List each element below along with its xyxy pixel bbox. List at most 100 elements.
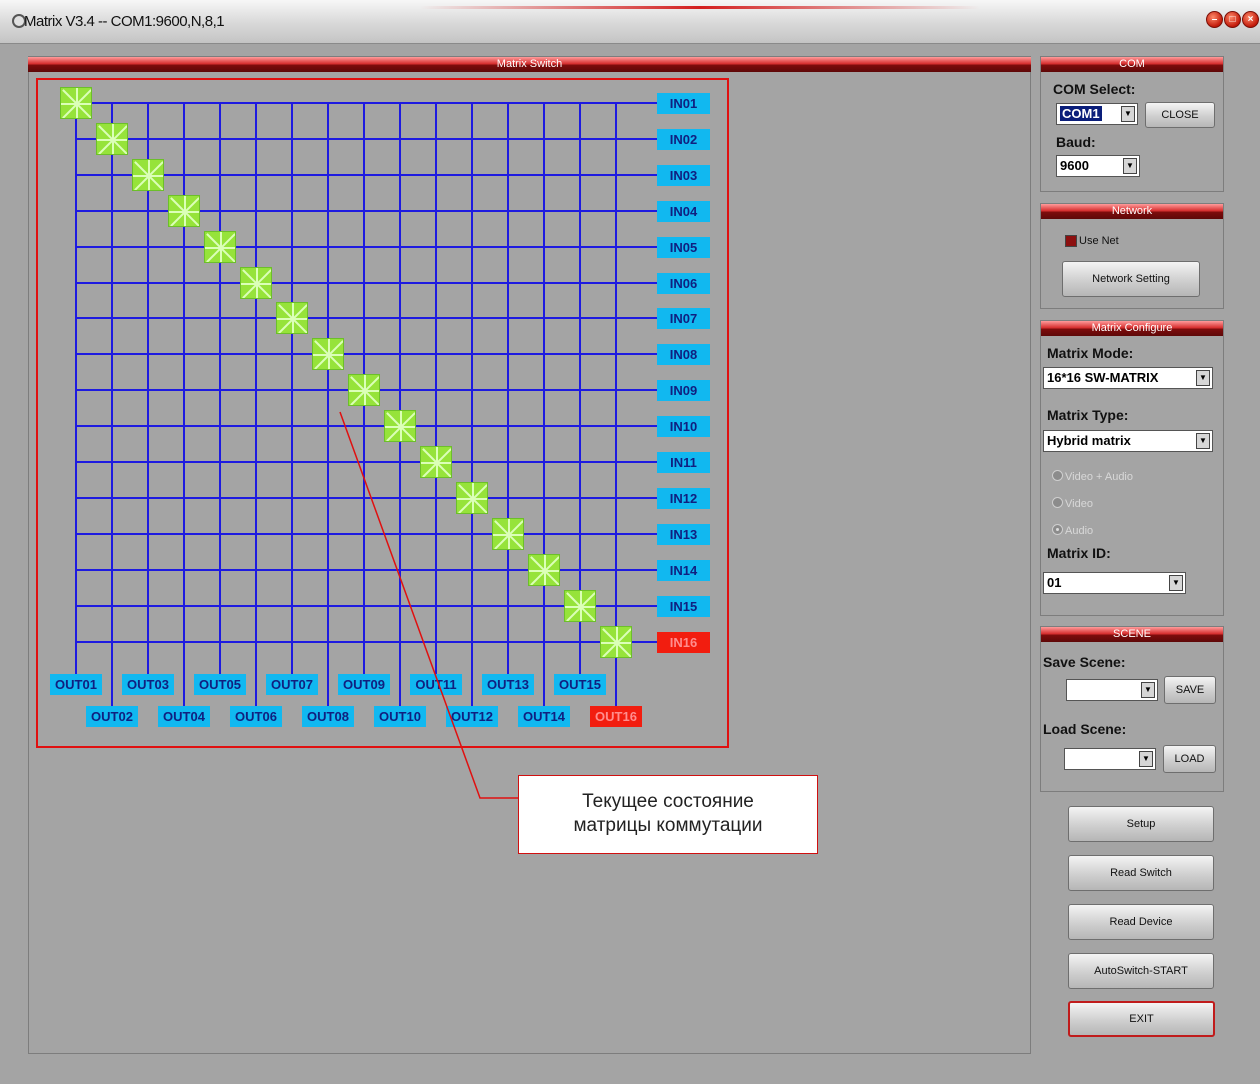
grid-column-line	[75, 103, 77, 675]
output-label-out09[interactable]: OUT09	[338, 674, 390, 695]
input-label-in08[interactable]: IN08	[657, 344, 710, 366]
matrix-mode-dropdown[interactable]: 16*16 SW-MATRIX ▼	[1043, 367, 1213, 389]
output-label-out02[interactable]: OUT02	[86, 706, 138, 727]
callout-line-1: Текущее состояние	[582, 791, 754, 812]
output-label-out13[interactable]: OUT13	[482, 674, 534, 695]
output-label-out06[interactable]: OUT06	[230, 706, 282, 727]
output-label-out01[interactable]: OUT01	[50, 674, 102, 695]
input-label-in07[interactable]: IN07	[657, 308, 710, 330]
load-scene-button[interactable]: LOAD	[1163, 745, 1216, 773]
input-label-in11[interactable]: IN11	[657, 452, 710, 473]
crosspoint-node-10[interactable]	[384, 410, 416, 443]
input-label-in13[interactable]: IN13	[657, 523, 710, 545]
output-label-out05[interactable]: OUT05	[194, 674, 246, 695]
matrix-type-dropdown[interactable]: Hybrid matrix ▼	[1043, 430, 1213, 452]
chevron-down-icon[interactable]: ▼	[1141, 682, 1155, 698]
input-label-in10[interactable]: IN10	[657, 416, 710, 438]
exit-button[interactable]: EXIT	[1068, 1001, 1215, 1037]
save-scene-button[interactable]: SAVE	[1164, 676, 1216, 704]
chevron-down-icon[interactable]: ▼	[1196, 370, 1210, 386]
grid-column-line	[399, 103, 401, 708]
input-label-in05[interactable]: IN05	[657, 236, 710, 258]
callout-box: Текущее состояние матрицы коммутации	[518, 775, 818, 854]
node-star-icon	[529, 569, 559, 572]
crosspoint-node-8[interactable]	[312, 338, 344, 371]
crosspoint-node-13[interactable]	[492, 517, 524, 550]
input-label-in12[interactable]: IN12	[657, 487, 710, 509]
crosspoint-node-2[interactable]	[96, 122, 128, 155]
output-label-out16[interactable]: OUT16	[590, 706, 642, 727]
matrix-type-label: Matrix Type:	[1047, 407, 1129, 423]
crosspoint-node-1[interactable]	[60, 87, 92, 119]
node-star-icon	[184, 195, 186, 226]
output-label-out08[interactable]: OUT08	[302, 706, 354, 727]
chevron-down-icon[interactable]: ▼	[1169, 575, 1183, 591]
crosspoint-node-11[interactable]	[420, 446, 452, 478]
chevron-down-icon[interactable]: ▼	[1121, 106, 1135, 122]
radio-video[interactable]: Video	[1052, 497, 1093, 510]
network-setting-button[interactable]: Network Setting	[1062, 261, 1200, 297]
chevron-down-icon[interactable]: ▼	[1123, 158, 1137, 174]
crosspoint-node-12[interactable]	[456, 481, 488, 514]
crosspoint-node-9[interactable]	[348, 374, 380, 407]
com-select-dropdown[interactable]: COM1 ▼	[1056, 103, 1138, 125]
crosspoint-node-15[interactable]	[564, 589, 596, 622]
matrix-configure-header: Matrix Configure	[1041, 321, 1223, 336]
crosspoint-node-16[interactable]	[600, 625, 632, 658]
read-device-button[interactable]: Read Device	[1068, 904, 1214, 940]
node-star-icon	[292, 303, 294, 334]
matrix-id-dropdown[interactable]: 01 ▼	[1043, 572, 1186, 594]
minimize-icon[interactable]: –	[1206, 11, 1223, 28]
crosspoint-node-5[interactable]	[204, 230, 236, 263]
grid-row-line	[76, 461, 660, 463]
radio-audio-label: Audio	[1065, 525, 1094, 537]
grid-row-line	[76, 317, 660, 320]
output-label-out11[interactable]: OUT11	[410, 674, 462, 695]
chevron-down-icon[interactable]: ▼	[1196, 433, 1210, 449]
maximize-icon[interactable]: □	[1224, 11, 1241, 28]
node-star-icon	[508, 518, 510, 549]
input-label-in06[interactable]: IN06	[657, 272, 710, 294]
crosspoint-node-6[interactable]	[240, 266, 272, 299]
radio-icon	[1052, 470, 1063, 481]
output-label-out14[interactable]: OUT14	[518, 706, 570, 727]
node-star-icon	[241, 282, 271, 285]
crosspoint-node-7[interactable]	[276, 302, 308, 335]
baud-dropdown[interactable]: 9600 ▼	[1056, 155, 1140, 177]
input-label-in04[interactable]: IN04	[657, 200, 710, 222]
output-label-out10[interactable]: OUT10	[374, 706, 426, 727]
output-label-out12[interactable]: OUT12	[446, 706, 498, 727]
node-star-icon	[169, 210, 199, 213]
use-net-checkbox[interactable]	[1065, 235, 1077, 247]
output-label-out04[interactable]: OUT04	[158, 706, 210, 727]
input-label-in02[interactable]: IN02	[657, 128, 710, 150]
grid-row-line	[76, 496, 660, 499]
input-label-in09[interactable]: IN09	[657, 380, 710, 402]
save-scene-label: Save Scene:	[1043, 654, 1126, 670]
radio-video-audio[interactable]: Video + Audio	[1052, 470, 1133, 483]
input-label-in14[interactable]: IN14	[657, 559, 710, 581]
input-label-in03[interactable]: IN03	[657, 164, 710, 186]
setup-button[interactable]: Setup	[1068, 806, 1214, 842]
input-label-in16[interactable]: IN16	[657, 631, 710, 653]
input-label-in15[interactable]: IN15	[657, 595, 710, 617]
load-scene-dropdown[interactable]: ▼	[1064, 748, 1156, 770]
radio-audio[interactable]: Audio	[1052, 524, 1093, 537]
autoswitch-start-button[interactable]: AutoSwitch-START	[1068, 953, 1214, 989]
close-icon[interactable]: ×	[1242, 11, 1259, 28]
save-scene-dropdown[interactable]: ▼	[1066, 679, 1158, 701]
crosspoint-node-3[interactable]	[132, 158, 164, 191]
input-label-in01[interactable]: IN01	[657, 93, 710, 114]
read-switch-button[interactable]: Read Switch	[1068, 855, 1214, 891]
chevron-down-icon[interactable]: ▼	[1139, 751, 1153, 767]
output-label-out03[interactable]: OUT03	[122, 674, 174, 695]
crosspoint-node-4[interactable]	[168, 194, 200, 227]
com-header: COM	[1041, 57, 1223, 72]
grid-column-line	[507, 103, 509, 675]
com-close-button[interactable]: CLOSE	[1145, 102, 1215, 128]
output-label-out15[interactable]: OUT15	[554, 674, 606, 695]
grid-column-line	[327, 103, 329, 708]
crosspoint-node-14[interactable]	[528, 553, 560, 586]
node-star-icon	[220, 231, 222, 262]
output-label-out07[interactable]: OUT07	[266, 674, 318, 695]
